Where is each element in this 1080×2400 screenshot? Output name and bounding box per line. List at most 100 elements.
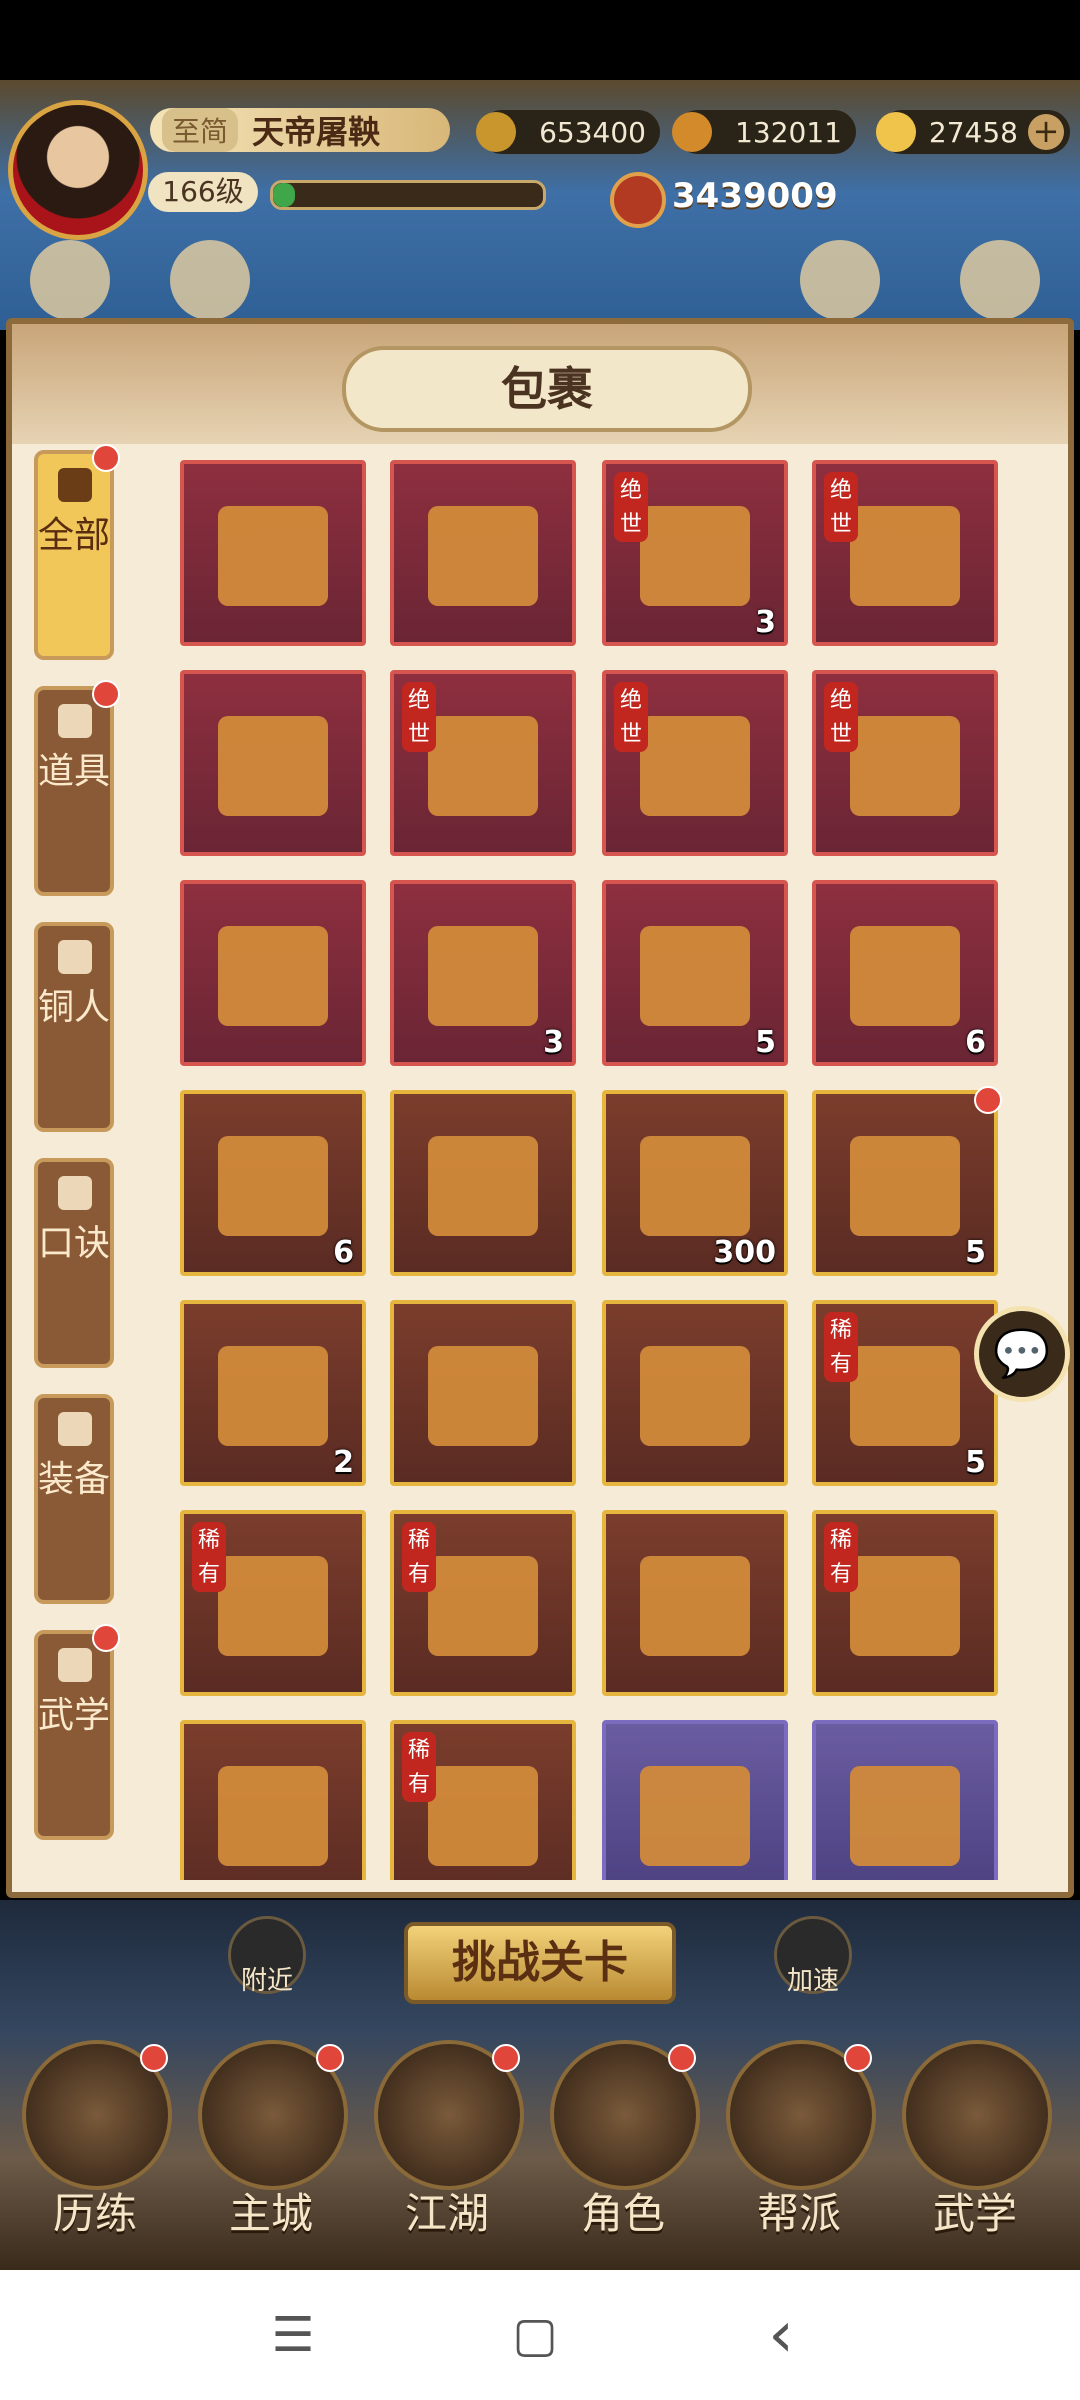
inventory-item[interactable]: [390, 1300, 576, 1486]
coins-value: 653400: [539, 115, 646, 149]
inventory-item[interactable]: [390, 460, 576, 646]
inventory-item[interactable]: 绝世 3: [602, 460, 788, 646]
inventory-item[interactable]: [602, 1510, 788, 1696]
rarity-tag: 绝世: [824, 682, 858, 752]
event-icon[interactable]: [170, 240, 250, 320]
player-name: 天帝屠鞅: [252, 113, 381, 151]
book-icon: [58, 1648, 92, 1682]
chat-button[interactable]: 💬: [974, 1306, 1070, 1402]
item-count: 5: [965, 1445, 986, 1480]
vip-tag: 至简: [162, 108, 239, 152]
inventory-item[interactable]: [180, 1720, 366, 1880]
jade-needles-icon: [218, 1136, 328, 1236]
inventory-item[interactable]: [180, 670, 366, 856]
rarity-tag: 稀有: [824, 1522, 858, 1592]
inventory-item[interactable]: 稀有: [390, 1720, 576, 1880]
inventory-item[interactable]: [390, 1090, 576, 1276]
inventory-item[interactable]: 5: [602, 880, 788, 1066]
tab-3[interactable]: 口诀: [34, 1158, 114, 1368]
inventory-item[interactable]: [812, 1720, 998, 1880]
nav-martial-arts[interactable]: 武学: [890, 2040, 1060, 2260]
inventory-item[interactable]: [180, 460, 366, 646]
token-chest-icon: [850, 716, 960, 816]
token-chest-icon: [218, 1556, 328, 1656]
item-count: 6: [333, 1235, 354, 1270]
nav-character[interactable]: 角色: [538, 2040, 708, 2260]
player-avatar[interactable]: [8, 100, 148, 240]
rarity-tag: 绝世: [614, 682, 648, 752]
scroll-icon: [58, 1176, 92, 1210]
inventory-item[interactable]: [602, 1300, 788, 1486]
inventory-item[interactable]: 稀有: [812, 1510, 998, 1696]
inventory-item[interactable]: 6: [812, 880, 998, 1066]
tab-0[interactable]: 全部: [34, 444, 120, 660]
combat-power: 3439009: [672, 176, 838, 216]
tab-2[interactable]: 铜人: [34, 922, 114, 1132]
inventory-item[interactable]: 绝世: [602, 670, 788, 856]
armor-icon: [58, 1412, 92, 1446]
inventory-item[interactable]: [180, 880, 366, 1066]
inventory-item[interactable]: 2: [180, 1300, 366, 1486]
weapon-chest-icon: [428, 506, 538, 606]
tab-label: 口诀: [38, 1223, 111, 1264]
inventory-item[interactable]: 稀有: [390, 1510, 576, 1696]
token-chest-icon: [850, 1556, 960, 1656]
ingots-counter[interactable]: 132011: [672, 110, 856, 154]
home-icon[interactable]: ▢: [500, 2300, 570, 2370]
ingot-icon: [672, 112, 712, 152]
coins-counter[interactable]: 653400: [476, 110, 660, 154]
item-count: 3: [755, 605, 776, 640]
martial-arts-icon: [902, 2040, 1052, 2190]
manual-chest-icon: [640, 1346, 750, 1446]
inventory-item[interactable]: 6: [180, 1090, 366, 1276]
nearby-button[interactable]: 附近: [228, 1916, 306, 1996]
horse-scroll-icon: [218, 926, 328, 1026]
black-token-chest-icon: [218, 1766, 328, 1866]
event-icon[interactable]: [800, 240, 880, 320]
tab-1[interactable]: 道具: [34, 680, 120, 896]
speedup-button[interactable]: 加速: [774, 1916, 852, 1996]
nav-jianghu[interactable]: 江湖: [362, 2040, 532, 2260]
item-count: 5: [965, 1235, 986, 1270]
token-chest-icon: [640, 716, 750, 816]
inventory-item[interactable]: 绝世: [390, 670, 576, 856]
gold-counter[interactable]: 27458 +: [876, 110, 1070, 154]
tab-label: 武学: [38, 1695, 111, 1736]
player-name-plate[interactable]: 至简 天帝屠鞅: [150, 108, 450, 152]
token-chest-icon: [428, 716, 538, 816]
inventory-item[interactable]: 绝世: [812, 670, 998, 856]
silver-needles-icon: [640, 1766, 750, 1866]
nav-label: 主城: [228, 2189, 313, 2238]
manual-chest-icon: [850, 1346, 960, 1446]
red-manual-icon: [850, 1136, 960, 1236]
nav-training[interactable]: 历练: [10, 2040, 180, 2260]
bag-icon: [58, 704, 92, 738]
gold-value: 27458: [928, 115, 1018, 149]
rarity-tag: 绝世: [824, 472, 858, 542]
nav-guild[interactable]: 帮派: [714, 2040, 884, 2260]
inventory-item[interactable]: [602, 1720, 788, 1880]
add-gold-button[interactable]: +: [1028, 114, 1064, 150]
notification-dot: [492, 2044, 520, 2072]
back-icon[interactable]: ‹: [746, 2298, 816, 2372]
tab-4[interactable]: 装备: [34, 1394, 114, 1604]
inventory-item[interactable]: 绝世: [812, 460, 998, 646]
left-event-icon[interactable]: [30, 240, 110, 320]
notification-dot: [92, 680, 120, 708]
inventory-item[interactable]: 稀有: [180, 1510, 366, 1696]
event-icon[interactable]: [960, 240, 1040, 320]
inventory-item[interactable]: 5: [812, 1086, 1002, 1276]
item-count: 5: [755, 1025, 776, 1060]
player-level: 166级: [148, 172, 258, 212]
inventory-item[interactable]: 3: [390, 880, 576, 1066]
inventory-item[interactable]: 300: [602, 1090, 788, 1276]
challenge-stage-button[interactable]: 挑战关卡: [404, 1922, 676, 2004]
menu-icon[interactable]: ☰: [258, 2300, 328, 2370]
nav-city[interactable]: 主城: [186, 2040, 356, 2260]
tab-5[interactable]: 武学: [34, 1624, 120, 1840]
gold-icon: [876, 112, 916, 152]
speedup-label: 加速: [786, 1966, 839, 1996]
inventory-item[interactable]: 稀有 5: [812, 1300, 998, 1486]
ore-chest-icon: [428, 1136, 538, 1236]
tab-label: 道具: [38, 751, 111, 792]
